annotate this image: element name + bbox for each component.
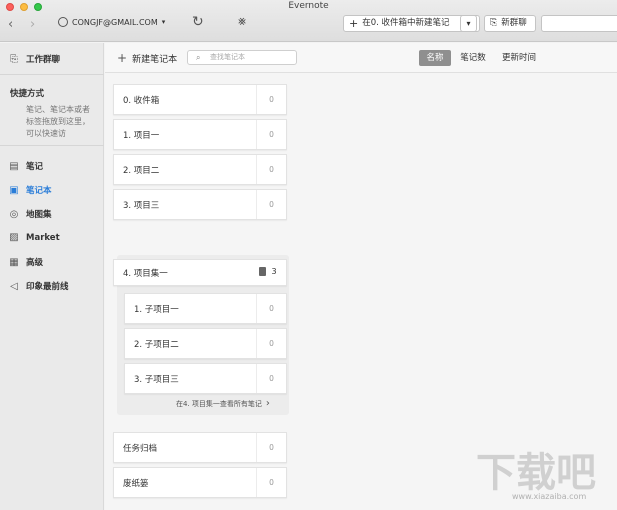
notebook-name: 任务归档 (123, 443, 158, 454)
account-email: CONGJF@GMAIL.COM (72, 17, 158, 27)
caret-down-icon: ▾ (161, 18, 166, 26)
notebook-name: 废纸篓 (123, 478, 149, 489)
forward-arrow-icon[interactable]: › (30, 17, 35, 32)
caret-down-icon: ▾ (466, 19, 471, 28)
stack-count-area: 3 (250, 260, 286, 285)
watermark-url: www.xiazaiba.com (512, 492, 587, 501)
sync-icon[interactable]: ↻ (192, 14, 204, 30)
sort-tab-name[interactable]: 名称 (419, 50, 451, 66)
notebook-count: 0 (256, 433, 286, 462)
sidebar-item-notebooks[interactable]: ▣ 笔记本 (8, 184, 52, 197)
notebook-stack-header[interactable]: 4. 项目集一 3 (113, 259, 287, 286)
sidebar-item-label: 工作群聊 (26, 55, 61, 65)
notebook-name: 2. 子项目二 (134, 339, 179, 350)
market-icon: ▨ (9, 232, 19, 243)
divider (0, 145, 104, 146)
notebook-count: 0 (256, 364, 286, 393)
sidebar-item-label: 笔记本 (26, 186, 52, 196)
notebook-search-input[interactable]: ⌕ 查找笔记本 (187, 50, 297, 65)
sidebar-item-atlas[interactable]: ◎ 地图集 (8, 208, 52, 221)
notebook-card[interactable]: 0. 收件箱 0 (113, 84, 287, 115)
new-chat-button[interactable]: ⎘ 新群聊 (484, 15, 536, 32)
notebook-name: 1. 项目一 (123, 130, 160, 141)
globe-icon: ◎ (9, 208, 19, 220)
sidebar-item-label: 地图集 (26, 210, 52, 220)
notebook-card[interactable]: 2. 子项目二 0 (124, 328, 287, 359)
notebook-card[interactable]: 3. 子项目三 0 (124, 363, 287, 394)
new-note-dropdown[interactable]: ▾ (460, 15, 477, 32)
notebook-count: 0 (256, 294, 286, 323)
sidebar: ⎘ 工作群聊 快捷方式 笔记、笔记本或者标签拖放到这里，可以快速访 ▤ 笔记 ▣… (0, 43, 104, 510)
notebook-icon: ▣ (9, 184, 19, 196)
new-notebook-label: 新建笔记本 (132, 54, 178, 65)
sidebar-item-frontline[interactable]: ◁ 印象最前线 (8, 280, 69, 293)
window-title: Evernote (288, 1, 329, 11)
chat-icon: ⎘ (10, 53, 18, 65)
plus-icon: + (117, 51, 128, 65)
stack-view-all-link[interactable]: 在4. 项目集一查看所有笔记 › (176, 398, 270, 409)
chat-icon: ⎘ (490, 18, 498, 28)
sidebar-item-label: Market (26, 232, 60, 243)
sidebar-item-label: 印象最前线 (26, 282, 69, 292)
back-arrow-icon[interactable]: ‹ (8, 17, 13, 32)
sort-tab-updated[interactable]: 更新时间 (495, 50, 543, 66)
notebook-card[interactable]: 3. 项目三 0 (113, 189, 287, 220)
sidebar-item-work-chat[interactable]: ⎘ 工作群聊 (8, 53, 61, 66)
stack-count: 3 (271, 267, 277, 276)
search-placeholder: 查找笔记本 (210, 53, 245, 61)
notebook-count: 0 (256, 329, 286, 358)
stack-footer-label: 在4. 项目集一查看所有笔记 (176, 399, 262, 408)
notebook-card[interactable]: 1. 项目一 0 (113, 119, 287, 150)
notebook-count: 0 (256, 155, 286, 184)
global-search-input[interactable] (541, 15, 617, 32)
notebook-name: 2. 项目二 (123, 165, 160, 176)
notebook-name: 3. 项目三 (123, 200, 160, 211)
window-toolbar: Evernote ‹ › CONGJF@GMAIL.COM ▾ ↻ ⨳ + 在0… (0, 0, 617, 42)
horn-icon: ◁ (10, 280, 18, 292)
user-icon (58, 17, 68, 27)
sidebar-item-notes[interactable]: ▤ 笔记 (8, 160, 44, 173)
notebook-card[interactable]: 任务归档 0 (113, 432, 287, 463)
sort-tab-count[interactable]: 笔记数 (455, 50, 491, 66)
sidebar-item-label: 笔记 (26, 162, 44, 172)
notebook-count: 0 (256, 120, 286, 149)
plus-icon: + (349, 17, 359, 30)
notebook-name: 0. 收件箱 (123, 95, 160, 106)
new-notebook-button[interactable]: + 新建笔记本 (117, 51, 177, 65)
notebook-card[interactable]: 废纸篓 0 (113, 467, 287, 498)
watermark-text: 下载吧 (476, 450, 596, 496)
sidebar-item-premium[interactable]: ▦ 高级 (8, 256, 44, 269)
notebook-toolbar: + 新建笔记本 ⌕ 查找笔记本 名称 笔记数 更新时间 (105, 43, 617, 73)
premium-icon: ▦ (9, 256, 19, 268)
activity-icon[interactable]: ⨳ (238, 14, 246, 29)
notebook-card[interactable]: 2. 项目二 0 (113, 154, 287, 185)
note-icon: ▤ (9, 160, 19, 172)
notebook-count: 0 (256, 190, 286, 219)
stack-name: 4. 项目集一 (123, 268, 168, 279)
shortcuts-hint: 笔记、笔记本或者标签拖放到这里，可以快速访 (26, 105, 90, 138)
watermark: 下载吧 www.xiazaiba.com (470, 440, 617, 510)
notebook-count: 0 (256, 85, 286, 114)
chevron-right-icon: › (265, 398, 270, 409)
notebook-name: 3. 子项目三 (134, 374, 179, 385)
new-note-label: 在0. 收件箱中新建笔记 (362, 18, 450, 28)
divider (0, 74, 104, 75)
shortcuts-title: 快捷方式 (10, 89, 45, 99)
notebook-icon (259, 267, 267, 276)
notebook-card[interactable]: 1. 子项目一 0 (124, 293, 287, 324)
new-chat-label: 新群聊 (501, 18, 527, 28)
sidebar-item-market[interactable]: ▨ Market (8, 232, 60, 243)
notebook-count: 0 (256, 468, 286, 497)
notebook-name: 1. 子项目一 (134, 304, 179, 315)
search-icon: ⌕ (196, 53, 201, 62)
sidebar-item-label: 高级 (26, 258, 44, 268)
account-menu[interactable]: CONGJF@GMAIL.COM ▾ (58, 17, 165, 27)
